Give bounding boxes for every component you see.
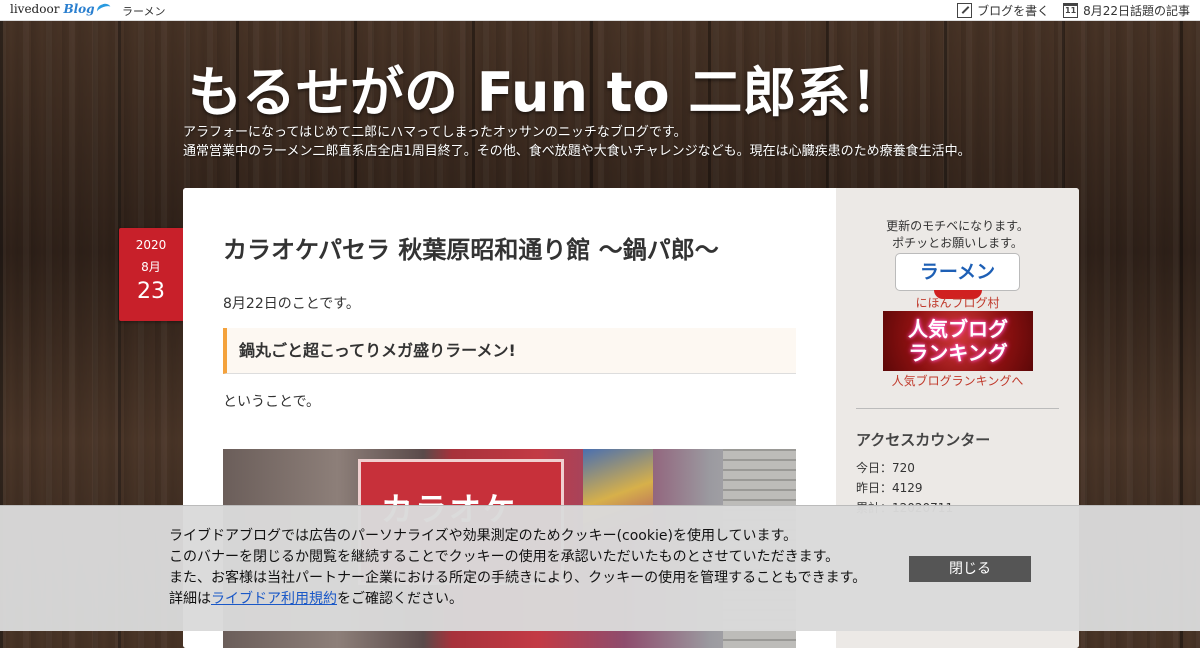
access-counter-heading: アクセスカウンター bbox=[856, 431, 991, 449]
post-date-day: 23 bbox=[137, 279, 165, 304]
pen-icon bbox=[957, 2, 973, 18]
cookie-line: 詳細はライブドア利用規約をご確認ください。 bbox=[169, 589, 866, 610]
access-yesterday: 昨日：4129 bbox=[856, 481, 923, 495]
cookie-consent-banner: ライブドアブログでは広告のパーソナライズや効果測定のためクッキー(cookie)… bbox=[0, 505, 1200, 631]
top-right-links: ブログを書く 11 8月22日話題の記事 bbox=[943, 0, 1190, 20]
popular-blog-ranking-link[interactable]: 人気ブログランキングへ bbox=[836, 372, 1079, 389]
motivation-line: 更新のモチベになります。 bbox=[886, 219, 1029, 233]
write-blog-label: ブログを書く bbox=[977, 3, 1050, 18]
cookie-line-prefix: 詳細は bbox=[169, 591, 211, 607]
post-title[interactable]: カラオケパセラ 秋葉原昭和通り館 〜鍋パ郎〜 bbox=[223, 230, 719, 265]
blog-description: アラフォーになってはじめて二郎にハマってしまったオッサンのニッチなブログです。 … bbox=[183, 123, 971, 161]
ramen-ranking-banner[interactable]: ラーメン bbox=[895, 253, 1020, 299]
cookie-line: ライブドアブログでは広告のパーソナライズや効果測定のためクッキー(cookie)… bbox=[169, 528, 798, 544]
post-paragraph: 8月22日のことです。 bbox=[223, 296, 360, 312]
trending-articles-link[interactable]: 11 8月22日話題の記事 bbox=[1063, 2, 1190, 19]
cookie-line: また、お客様は当社パートナー企業における所定の手続きにより、クッキーの使用を管理… bbox=[169, 570, 867, 586]
post-date-month: 8月 bbox=[141, 260, 161, 274]
livedoor-blog-logo[interactable]: livedoor Blog bbox=[10, 1, 113, 18]
post-paragraph: ということで。 bbox=[223, 394, 321, 410]
blog-title[interactable]: もるせがの Fun to 二郎系！ bbox=[188, 48, 904, 127]
cookie-line: このバナーを閉じるか閲覧を継続することでクッキーの使用を承認いただいたものとさせ… bbox=[169, 549, 840, 565]
blog-description-line: アラフォーになってはじめて二郎にハマってしまったオッサンのニッチなブログです。 bbox=[183, 125, 687, 140]
motivation-line: ポチッとお願いします。 bbox=[892, 236, 1023, 250]
blog-description-line: 通常営業中のラーメン二郎直系店全店1周目終了。その他、食べ放題や大食いチャレンジ… bbox=[183, 144, 971, 159]
ranking-banner-line: 人気ブログ bbox=[908, 317, 1008, 341]
logo-blog-text: Blog bbox=[63, 2, 95, 16]
top-bar: livedoor Blog ラーメン ブログを書く 11 8月22日話題の記事 bbox=[0, 0, 1200, 21]
category-link[interactable]: ラーメン bbox=[122, 3, 166, 19]
sidebar-divider bbox=[856, 408, 1059, 409]
calendar-icon: 11 bbox=[1063, 2, 1079, 18]
popular-blog-ranking-banner[interactable]: 人気ブログ ランキング bbox=[883, 311, 1033, 371]
cookie-close-button[interactable]: 閉じる bbox=[909, 556, 1031, 582]
terms-of-use-link[interactable]: ライブドア利用規約 bbox=[211, 591, 337, 607]
trending-label: 8月22日話題の記事 bbox=[1083, 3, 1190, 18]
cookie-text: ライブドアブログでは広告のパーソナライズや効果測定のためクッキー(cookie)… bbox=[169, 526, 866, 610]
post-date-badge: 2020 8月 23 bbox=[119, 228, 183, 321]
write-blog-link[interactable]: ブログを書く bbox=[957, 2, 1049, 19]
ranking-banner-line: ランキング bbox=[908, 341, 1008, 365]
post-highlight-quote: 鍋丸ごと超こってりメガ盛りラーメン! bbox=[223, 328, 796, 374]
access-today: 今日：720 bbox=[856, 461, 915, 475]
logo-swoosh-icon bbox=[95, 1, 113, 18]
logo-text: livedoor bbox=[10, 2, 60, 16]
nihon-blog-mura-link[interactable]: にほんブログ村 bbox=[836, 294, 1079, 311]
motivation-text: 更新のモチベになります。 ポチッとお願いします。 bbox=[836, 218, 1079, 252]
cookie-line-suffix: をご確認ください。 bbox=[337, 591, 463, 607]
post-date-year: 2020 bbox=[135, 238, 167, 252]
